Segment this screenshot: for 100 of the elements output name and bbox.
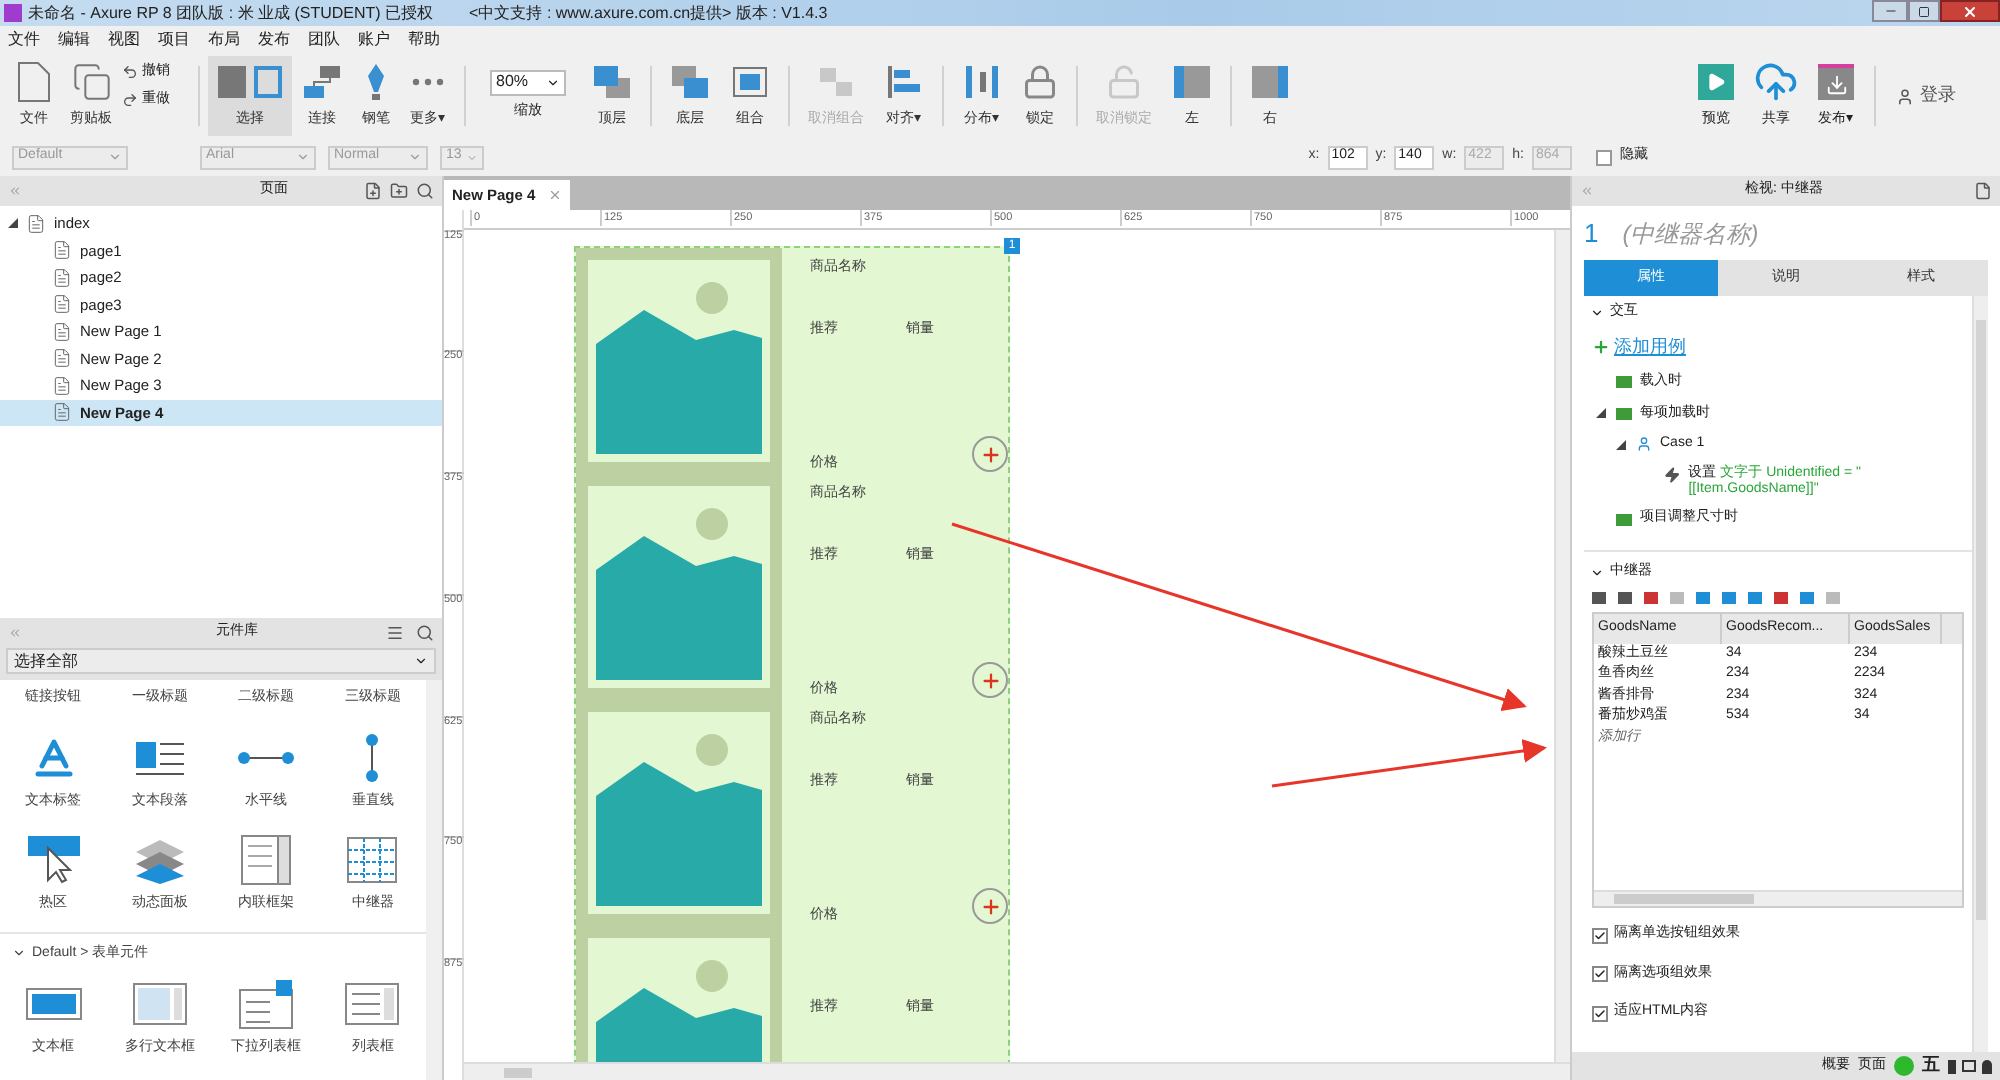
event-icon bbox=[1616, 407, 1632, 420]
menu-item[interactable]: 帮助 bbox=[408, 28, 440, 52]
expanded-triangle-icon[interactable] bbox=[8, 218, 18, 229]
distribute-icon bbox=[962, 64, 1002, 101]
menu-item[interactable]: 布局 bbox=[208, 28, 240, 52]
option-checkbox[interactable] bbox=[1592, 966, 1608, 983]
add-folder-icon[interactable] bbox=[390, 182, 408, 200]
page-icon bbox=[52, 294, 72, 315]
menu-item[interactable]: 文件 bbox=[8, 28, 40, 52]
plus-icon[interactable] bbox=[1592, 337, 1610, 356]
connect-icon bbox=[302, 64, 342, 101]
maximize-button[interactable] bbox=[1908, 0, 1940, 22]
top-icon bbox=[592, 64, 632, 101]
dropdown-caret-icon bbox=[546, 75, 560, 90]
vertical-scrollbar[interactable] bbox=[1554, 230, 1570, 1062]
repeater-name-field[interactable]: (中继器名称) bbox=[1622, 215, 1988, 251]
event-icon bbox=[1616, 376, 1632, 389]
menu-item[interactable]: 账户 bbox=[358, 28, 390, 52]
align-icon bbox=[884, 64, 924, 101]
textbox-widget-icon bbox=[25, 988, 82, 1020]
image-placeholder-icon bbox=[588, 486, 770, 688]
event-icon bbox=[1616, 513, 1632, 526]
vertical-scrollbar[interactable] bbox=[1972, 296, 1988, 1052]
ungroup-icon bbox=[816, 64, 856, 101]
page-icon bbox=[52, 375, 72, 396]
case-icon bbox=[1636, 436, 1652, 453]
publish-icon bbox=[1818, 64, 1854, 101]
share-icon bbox=[1754, 60, 1798, 105]
repeater-number: 1 bbox=[1584, 215, 1599, 252]
droplist-widget-icon bbox=[238, 978, 295, 1030]
horizontal-scrollbar[interactable] bbox=[464, 1062, 1570, 1080]
left-icon bbox=[1172, 64, 1212, 101]
right-icon bbox=[1250, 64, 1290, 101]
ime-logo-icon bbox=[1894, 1056, 1914, 1076]
file-icon bbox=[18, 62, 50, 103]
dropdown-caret-icon bbox=[296, 150, 310, 164]
login-button[interactable]: 登录 bbox=[1896, 82, 1956, 110]
expanded-triangle-icon[interactable] bbox=[1596, 408, 1606, 419]
ime-mode-text: 五 bbox=[1922, 1052, 1940, 1079]
collapse-chevron-icon[interactable] bbox=[1590, 305, 1604, 320]
window-subtitle: <中文支持 : www.axure.com.cn提供> 版本 : V1.4.3 bbox=[469, 1, 828, 25]
lock-icon bbox=[1022, 64, 1058, 101]
hline-widget-icon bbox=[236, 749, 297, 765]
pen-icon bbox=[366, 64, 386, 101]
page-icon bbox=[52, 402, 72, 423]
app-logo-icon bbox=[4, 4, 22, 22]
search-icon[interactable] bbox=[416, 624, 434, 642]
minimize-icon bbox=[1883, 4, 1897, 18]
vline-widget-icon bbox=[364, 731, 381, 783]
collapse-chevron-icon[interactable] bbox=[1590, 565, 1604, 580]
ime-toolbar-icon bbox=[1948, 1059, 1992, 1073]
dropdown-caret-icon bbox=[408, 150, 422, 164]
select-icon bbox=[218, 66, 282, 99]
hotspot-widget-icon bbox=[27, 836, 80, 884]
expanded-triangle-icon[interactable] bbox=[1616, 439, 1626, 450]
page-icon bbox=[52, 240, 72, 261]
undo-icon bbox=[122, 64, 138, 81]
collapse-chevron-icon[interactable] bbox=[12, 946, 26, 961]
page-icon bbox=[26, 213, 46, 234]
textarea-widget-icon bbox=[131, 982, 188, 1026]
dropdown-caret-icon bbox=[108, 150, 122, 164]
menu-item[interactable]: 项目 bbox=[158, 28, 190, 52]
group-icon bbox=[730, 64, 770, 101]
listbox-widget-icon bbox=[344, 982, 401, 1026]
more-icon bbox=[412, 78, 444, 87]
dropdown-caret-icon bbox=[414, 654, 428, 668]
document-icon[interactable] bbox=[1973, 182, 1992, 200]
user-icon bbox=[1896, 87, 1914, 105]
page-icon bbox=[52, 321, 72, 342]
action-icon bbox=[1664, 465, 1681, 483]
horizontal-scrollbar[interactable] bbox=[1594, 890, 1962, 907]
close-icon[interactable] bbox=[547, 188, 562, 202]
unlock-icon bbox=[1106, 64, 1142, 101]
repeater-widget-icon bbox=[346, 836, 399, 884]
menu-item[interactable]: 发布 bbox=[258, 28, 290, 52]
window-title: 未命名 - Axure RP 8 团队版 : 米 业成 (STUDENT) 已授权 bbox=[28, 1, 434, 25]
frame-widget-icon bbox=[240, 834, 293, 886]
redo-icon bbox=[122, 91, 138, 108]
menu-item[interactable]: 视图 bbox=[108, 28, 140, 52]
panel-widget-icon bbox=[133, 836, 186, 884]
add-case-link[interactable]: 添加用例 bbox=[1614, 333, 1686, 360]
add-page-icon[interactable] bbox=[364, 182, 382, 200]
zoom-dropdown[interactable]: 80% bbox=[490, 69, 566, 96]
maximize-icon bbox=[1918, 5, 1930, 17]
preview-icon bbox=[1698, 64, 1734, 101]
clipboard-icon bbox=[71, 62, 111, 103]
option-checkbox[interactable] bbox=[1592, 927, 1608, 944]
library-filter-dropdown[interactable]: 选择全部 bbox=[6, 648, 436, 674]
bottom-icon bbox=[670, 64, 710, 101]
image-placeholder-icon bbox=[588, 260, 770, 462]
hidden-checkbox[interactable] bbox=[1596, 149, 1612, 165]
menu-item[interactable]: 团队 bbox=[308, 28, 340, 52]
menu-item[interactable]: 编辑 bbox=[58, 28, 90, 52]
dropdown-caret-icon bbox=[466, 151, 478, 163]
menu-icon[interactable] bbox=[386, 624, 404, 642]
page-icon bbox=[52, 348, 72, 369]
option-checkbox[interactable] bbox=[1592, 1005, 1608, 1022]
page-icon bbox=[52, 267, 72, 288]
search-icon[interactable] bbox=[416, 182, 434, 200]
close-button[interactable] bbox=[1940, 0, 2000, 22]
